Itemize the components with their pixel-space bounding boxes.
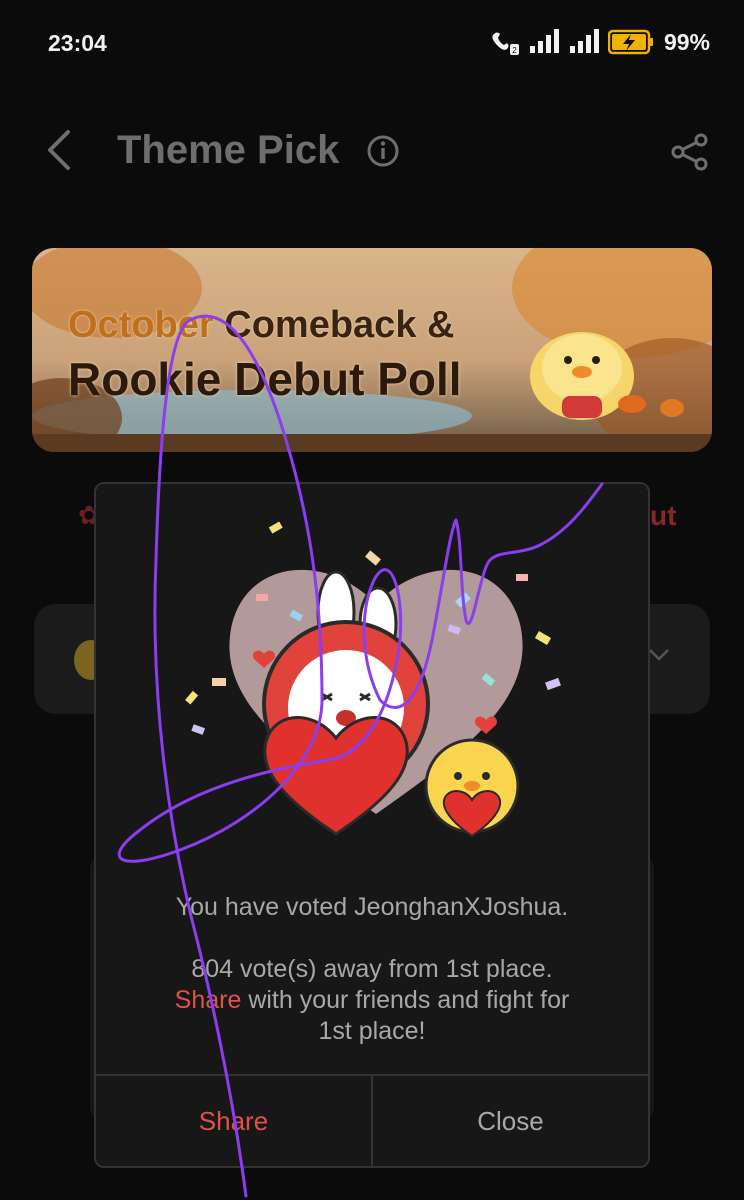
vote-message: You have voted JeonghanXJoshua. 804 vote… [96,892,648,1047]
away-text: 804 vote(s) away from 1st place. [191,955,553,983]
celebration-illustration [185,521,561,838]
share-inline-link[interactable]: Share [175,986,242,1014]
chevron-down-icon[interactable] [648,648,670,662]
share-icon[interactable] [670,132,710,172]
share-prompt: Share with your friends and fight for [96,985,648,1016]
signal-icon [529,29,559,53]
info-icon[interactable] [366,134,400,168]
battery-charging-icon [607,29,653,55]
status-icons: 2 99% [490,28,710,56]
svg-text:2: 2 [512,46,517,55]
signal-icon-2 [569,29,599,53]
voted-text: You have voted JeonghanXJoshua. [175,893,569,921]
close-button[interactable]: Close [373,1076,648,1166]
share-prompt-rest: with your friends and fight for [241,986,570,1014]
dialog-actions: Share Close [96,1074,648,1166]
back-icon[interactable] [40,126,80,174]
share-prompt-end: 1st place! [318,1017,426,1045]
banner-background [32,248,712,452]
poll-banner[interactable]: October Comeback & Rookie Debut Poll [32,248,712,452]
banner-title-line2: Rookie Debut Poll [68,353,462,405]
share-button[interactable]: Share [96,1076,373,1166]
banner-title-line1: October Comeback & [68,304,454,347]
wifi-call-icon: 2 [492,32,519,55]
app-header: Theme Pick [0,110,744,190]
status-time: 23:04 [48,30,107,56]
banner-line1-rest: Comeback & [213,304,455,346]
tab-label-partial: ut [650,500,677,531]
banner-month: October [68,304,214,346]
vote-confirm-dialog: You have voted JeonghanXJoshua. 804 vote… [94,482,650,1168]
status-bar: 23:04 2 99% [0,0,744,86]
battery-percent: 99% [663,28,710,55]
page-title: Theme Pick [117,128,340,172]
